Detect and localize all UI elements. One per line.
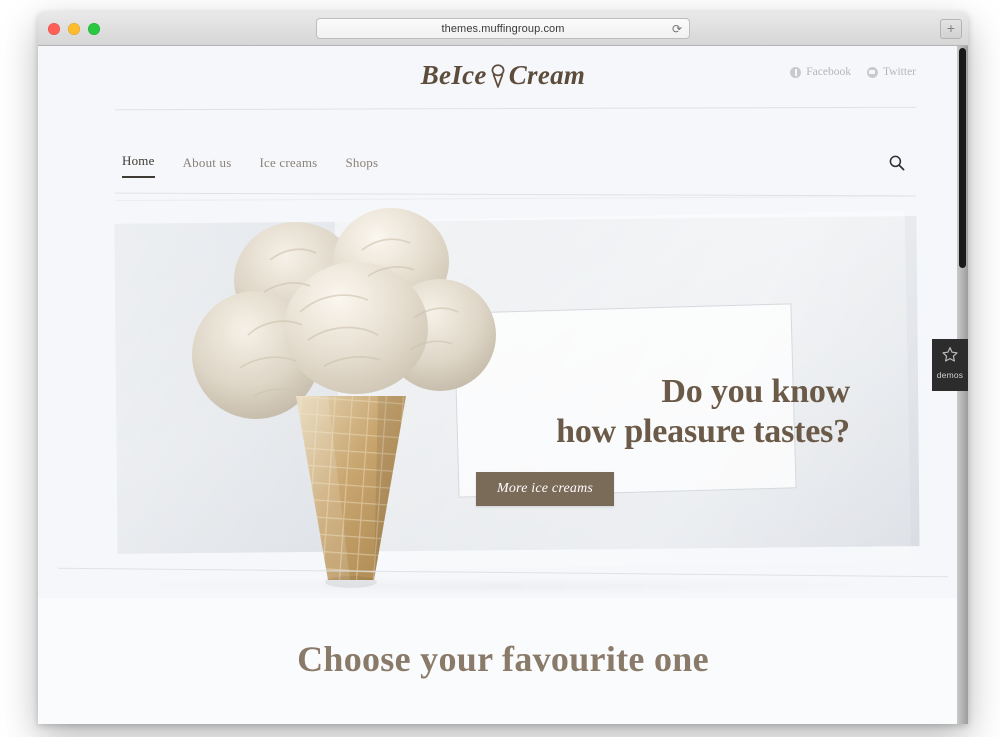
social-links: Facebook Twitter: [790, 66, 916, 78]
hero-section: Do you know how pleasure tastes? More ic…: [38, 204, 968, 596]
close-window-button[interactable]: [48, 23, 60, 35]
demos-side-tab[interactable]: demos: [932, 339, 968, 391]
address-bar[interactable]: themes.muffingroup.com ⟳: [316, 18, 690, 39]
browser-window: themes.muffingroup.com ⟳ + BeIce Cream Fa…: [38, 12, 968, 724]
hero-cta-button[interactable]: More ice creams: [476, 472, 615, 507]
favourites-heading: Choose your favourite one: [297, 639, 709, 679]
star-icon: [941, 347, 959, 367]
minimize-window-button[interactable]: [68, 23, 80, 35]
demos-tab-label: demos: [936, 370, 964, 380]
hero-bottom-shadow: [138, 582, 868, 590]
site-header: BeIce Cream Facebook Twitter: [38, 46, 968, 106]
nav-item-shops[interactable]: Shops: [345, 155, 378, 178]
new-tab-button[interactable]: +: [940, 19, 962, 39]
main-navigation: Home About us Ice creams Shops: [122, 153, 378, 178]
hero-title: Do you know how pleasure tastes?: [556, 373, 850, 451]
window-controls: [48, 23, 100, 35]
search-icon[interactable]: [888, 154, 906, 172]
browser-titlebar: themes.muffingroup.com ⟳ +: [38, 12, 968, 46]
logo-text-left: BeIce: [420, 60, 487, 90]
page-viewport: BeIce Cream Facebook Twitter Home About u…: [38, 46, 968, 724]
social-label-facebook: Facebook: [806, 66, 851, 78]
hero-copy: Do you know how pleasure tastes? More ic…: [466, 372, 886, 507]
ice-cream-cone-icon: [488, 63, 508, 89]
social-link-twitter[interactable]: Twitter: [866, 66, 916, 78]
favourites-section: Choose your favourite one: [38, 598, 968, 724]
header-divider-accent: [115, 195, 916, 202]
nav-item-ice-creams[interactable]: Ice creams: [260, 155, 318, 178]
favourites-row: [38, 706, 968, 724]
reload-icon[interactable]: ⟳: [672, 22, 682, 37]
logo-text-right: Cream: [508, 60, 586, 90]
page-scrollbar-thumb[interactable]: [959, 48, 966, 268]
url-text: themes.muffingroup.com: [441, 22, 565, 35]
header-divider-top: [115, 106, 916, 111]
social-label-twitter: Twitter: [882, 66, 916, 78]
nav-item-about-us[interactable]: About us: [183, 155, 232, 178]
hero-ice-cream-image: [178, 204, 508, 590]
facebook-icon: [790, 66, 802, 78]
nav-item-home[interactable]: Home: [122, 153, 155, 178]
maximize-window-button[interactable]: [88, 23, 100, 35]
social-link-facebook[interactable]: Facebook: [790, 66, 851, 78]
twitter-icon: [866, 66, 878, 78]
